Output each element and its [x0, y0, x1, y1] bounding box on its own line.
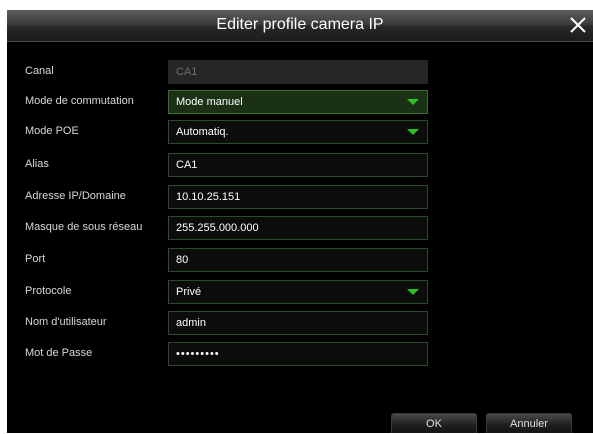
- mode-poe-value: Automatiq.: [176, 126, 229, 138]
- close-icon[interactable]: [567, 14, 589, 36]
- mode-commutation-label: Mode de commutation: [25, 95, 134, 107]
- row-canal: Canal CA1: [7, 60, 593, 86]
- cancel-button[interactable]: Annuler: [486, 413, 572, 433]
- row-protocole: Protocole Privé: [7, 280, 593, 306]
- row-mode-poe: Mode POE Automatiq.: [7, 120, 593, 146]
- row-alias: Alias CA1: [7, 153, 593, 179]
- mode-commutation-value: Mode manuel: [176, 96, 243, 108]
- title-bar: Editer profile camera IP: [7, 10, 593, 42]
- subnet-mask-input[interactable]: 255.255.000.000: [168, 216, 428, 240]
- row-utilisateur: Nom d'utilisateur admin: [7, 311, 593, 337]
- row-masque: Masque de sous réseau 255.255.000.000: [7, 216, 593, 242]
- mot-de-passe-label: Mot de Passe: [25, 347, 93, 359]
- row-port: Port 80: [7, 248, 593, 274]
- dropdown-arrow-icon[interactable]: [407, 289, 419, 295]
- username-input[interactable]: admin: [168, 311, 428, 335]
- adresse-ip-label: Adresse IP/Domaine: [25, 190, 126, 202]
- dropdown-arrow-icon[interactable]: [407, 129, 419, 135]
- row-adresse-ip: Adresse IP/Domaine 10.10.25.151: [7, 185, 593, 211]
- protocole-label: Protocole: [25, 285, 72, 297]
- mode-poe-label: Mode POE: [25, 125, 79, 137]
- canal-field: CA1: [168, 60, 428, 84]
- ip-address-input[interactable]: 10.10.25.151: [168, 185, 428, 209]
- ok-button[interactable]: OK: [391, 413, 477, 433]
- canal-label: Canal: [25, 65, 54, 77]
- row-mode-commutation: Mode de commutation Mode manuel: [7, 90, 593, 116]
- row-mot-de-passe: Mot de Passe •••••••••: [7, 342, 593, 368]
- dropdown-arrow-icon[interactable]: [407, 99, 419, 105]
- edit-ip-camera-dialog: Editer profile camera IP Canal CA1 Mode …: [7, 10, 593, 433]
- masque-label: Masque de sous réseau: [25, 221, 143, 233]
- protocole-value: Privé: [176, 286, 202, 298]
- mode-poe-select[interactable]: Automatiq.: [168, 120, 428, 144]
- alias-input[interactable]: CA1: [168, 153, 428, 177]
- protocole-select[interactable]: Privé: [168, 280, 428, 304]
- utilisateur-label: Nom d'utilisateur: [25, 316, 107, 328]
- port-input[interactable]: 80: [168, 248, 428, 272]
- dialog-title: Editer profile camera IP: [216, 16, 384, 33]
- mode-commutation-select[interactable]: Mode manuel: [168, 90, 428, 114]
- alias-label: Alias: [25, 158, 49, 170]
- password-input[interactable]: •••••••••: [168, 342, 428, 366]
- port-label: Port: [25, 253, 46, 265]
